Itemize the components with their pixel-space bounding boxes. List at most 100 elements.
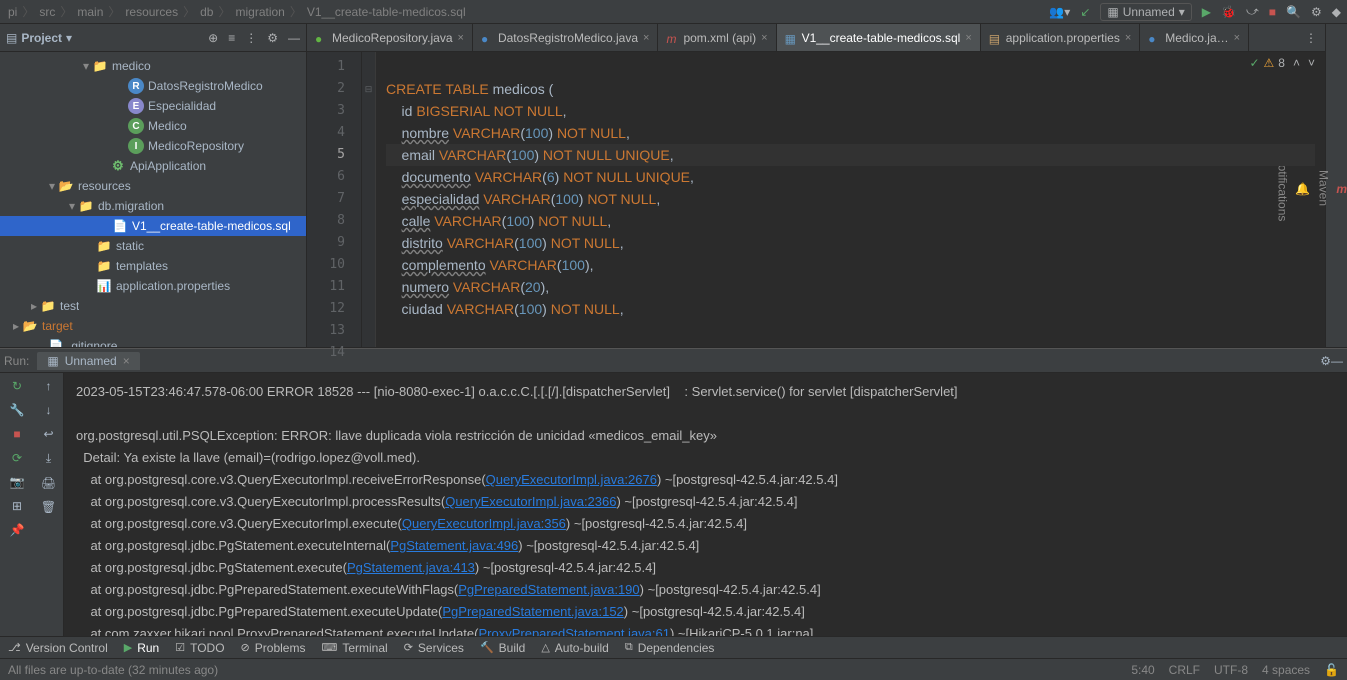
debug-icon[interactable]: 🐞 [1221, 5, 1236, 19]
code-line[interactable] [386, 56, 1315, 78]
close-icon[interactable]: × [965, 32, 971, 44]
ai-icon[interactable]: ◆ [1332, 5, 1341, 19]
code-line[interactable] [386, 320, 1315, 342]
tree-item[interactable]: CMedico [0, 116, 306, 136]
code-line[interactable]: ciudad VARCHAR(100) NOT NULL, [386, 298, 1315, 320]
wrench-icon[interactable]: 🔧 [10, 403, 25, 417]
settings-icon[interactable]: ⚙ [1320, 354, 1331, 368]
indent-settings[interactable]: 4 spaces [1262, 663, 1310, 677]
expand-all-icon[interactable]: ≡ [228, 31, 235, 45]
breadcrumb-item[interactable]: V1__create-table-medicos.sql [305, 5, 468, 19]
code-line[interactable]: PRIMARY KEY (id) [386, 342, 1315, 347]
more-tabs-icon[interactable]: ⋮ [1305, 31, 1317, 45]
tree-item[interactable]: ▾resources [0, 176, 306, 196]
collapse-all-icon[interactable]: ⋮ [245, 31, 257, 45]
tool-tab[interactable]: △Auto-build [541, 641, 609, 655]
tool-tab[interactable]: ⌨Terminal [321, 641, 387, 655]
layout-icon[interactable]: ⊞ [12, 499, 22, 513]
line-separator[interactable]: CRLF [1169, 663, 1200, 677]
stacktrace-link[interactable]: PgPreparedStatement.java:152 [442, 604, 623, 619]
chevron-icon[interactable]: ▾ [66, 199, 78, 213]
wrap-icon[interactable]: ↩ [43, 427, 53, 441]
down-icon[interactable]: ˅ [1308, 56, 1315, 70]
run-config-selector[interactable]: ▦ Unnamed ▾ [1100, 3, 1191, 21]
code-line[interactable]: calle VARCHAR(100) NOT NULL, [386, 210, 1315, 232]
editor-tab[interactable]: ●MedicoRepository.java× [307, 24, 473, 51]
tree-item[interactable]: .gitignore [0, 336, 306, 347]
tree-item[interactable]: EEspecialidad [0, 96, 306, 116]
tool-tab[interactable]: ▶Run [124, 641, 159, 655]
tool-tab[interactable]: ☑TODO [175, 641, 224, 655]
close-icon[interactable]: × [761, 32, 767, 44]
hide-icon[interactable]: — [288, 31, 300, 45]
file-encoding[interactable]: UTF-8 [1214, 663, 1248, 677]
stacktrace-link[interactable]: QueryExecutorImpl.java:2366 [445, 494, 616, 509]
stop-icon[interactable]: ■ [1269, 5, 1276, 19]
console-output[interactable]: 2023-05-15T23:46:47.578-06:00 ERROR 1852… [64, 373, 1347, 636]
editor-tab[interactable]: ▦V1__create-table-medicos.sql× [777, 24, 981, 51]
coverage-icon[interactable]: ⤻ [1246, 4, 1259, 19]
up-icon[interactable]: ↑ [46, 379, 52, 393]
breadcrumb-item[interactable]: main [75, 5, 105, 19]
chevron-icon[interactable]: ▾ [46, 179, 58, 193]
settings-icon[interactable]: ⚙ [267, 31, 278, 45]
stacktrace-link[interactable]: QueryExecutorImpl.java:2676 [486, 472, 657, 487]
tree-item[interactable]: ▸test [0, 296, 306, 316]
code-line[interactable]: documento VARCHAR(6) NOT NULL UNIQUE, [386, 166, 1315, 188]
stacktrace-link[interactable]: PgStatement.java:413 [347, 560, 475, 575]
code-line[interactable]: email VARCHAR(100) NOT NULL UNIQUE, [386, 144, 1315, 166]
hide-icon[interactable]: — [1331, 354, 1343, 368]
breadcrumb[interactable]: pi〉src〉main〉resources〉db〉migration〉V1__c… [6, 3, 1049, 20]
scroll-icon[interactable]: ⤓ [46, 451, 51, 466]
code-line[interactable]: nombre VARCHAR(100) NOT NULL, [386, 122, 1315, 144]
stacktrace-link[interactable]: QueryExecutorImpl.java:356 [402, 516, 566, 531]
code-line[interactable]: especialidad VARCHAR(100) NOT NULL, [386, 188, 1315, 210]
breadcrumb-item[interactable]: pi [6, 5, 19, 19]
editor-tab[interactable]: ●DatosRegistroMedico.java× [473, 24, 659, 51]
breadcrumb-item[interactable]: src [37, 5, 57, 19]
tree-item[interactable]: application.properties [0, 276, 306, 296]
stop-icon[interactable]: ■ [13, 427, 20, 441]
clear-icon[interactable]: 🗑 [41, 500, 56, 514]
stacktrace-link[interactable]: ProxyPreparedStatement.java:61 [478, 626, 670, 636]
settings-icon[interactable]: ⚙ [1311, 5, 1322, 19]
fold-gutter[interactable]: ⊟ [362, 52, 376, 347]
close-icon[interactable]: × [458, 32, 464, 44]
run-icon[interactable]: ▶ [1202, 5, 1211, 19]
restart-icon[interactable]: ⟳ [12, 451, 22, 465]
close-icon[interactable]: × [1125, 32, 1131, 44]
tree-item[interactable]: ▸target [0, 316, 306, 336]
down-icon[interactable]: ↓ [46, 403, 52, 417]
close-icon[interactable]: × [643, 32, 649, 44]
chevron-icon[interactable]: ▸ [10, 319, 22, 333]
editor-tab[interactable]: mpom.xml (api)× [658, 24, 776, 51]
inspection-widget[interactable]: ✓ ⚠ 8 ˄ ˅ [1249, 56, 1315, 70]
tree-item[interactable]: V1__create-table-medicos.sql [0, 216, 306, 236]
breadcrumb-item[interactable]: migration [233, 5, 286, 19]
code-line[interactable]: complemento VARCHAR(100), [386, 254, 1315, 276]
maven-icon[interactable]: m [1336, 182, 1347, 196]
tree-item[interactable]: static [0, 236, 306, 256]
pin-icon[interactable]: 📌 [10, 523, 25, 537]
code-line[interactable]: id BIGSERIAL NOT NULL, [386, 100, 1315, 122]
stacktrace-link[interactable]: PgPreparedStatement.java:190 [458, 582, 639, 597]
tree-item[interactable]: ▾db.migration [0, 196, 306, 216]
project-tree[interactable]: ▾medicoRDatosRegistroMedicoEEspecialidad… [0, 52, 306, 347]
build-icon[interactable]: ↙ [1080, 5, 1090, 19]
cursor-position[interactable]: 5:40 [1131, 663, 1154, 677]
breadcrumb-item[interactable]: db [198, 5, 215, 19]
breadcrumb-item[interactable]: resources [123, 5, 180, 19]
tool-tab[interactable]: ⎇Version Control [8, 641, 108, 655]
camera-icon[interactable]: 📷 [10, 475, 25, 489]
chevron-icon[interactable]: ▸ [28, 299, 40, 313]
tree-item[interactable]: templates [0, 256, 306, 276]
chevron-down-icon[interactable]: ▾ [66, 31, 72, 45]
line-gutter[interactable]: 1234567891011121314 [307, 52, 362, 347]
close-icon[interactable]: × [1234, 32, 1240, 44]
code-line[interactable]: numero VARCHAR(20), [386, 276, 1315, 298]
print-icon[interactable]: 🖨 [41, 476, 56, 490]
code-line[interactable]: distrito VARCHAR(100) NOT NULL, [386, 232, 1315, 254]
search-icon[interactable]: 🔍 [1286, 5, 1301, 19]
tree-item[interactable]: ▾medico [0, 56, 306, 76]
tool-tab[interactable]: ⟳Services [404, 641, 464, 655]
